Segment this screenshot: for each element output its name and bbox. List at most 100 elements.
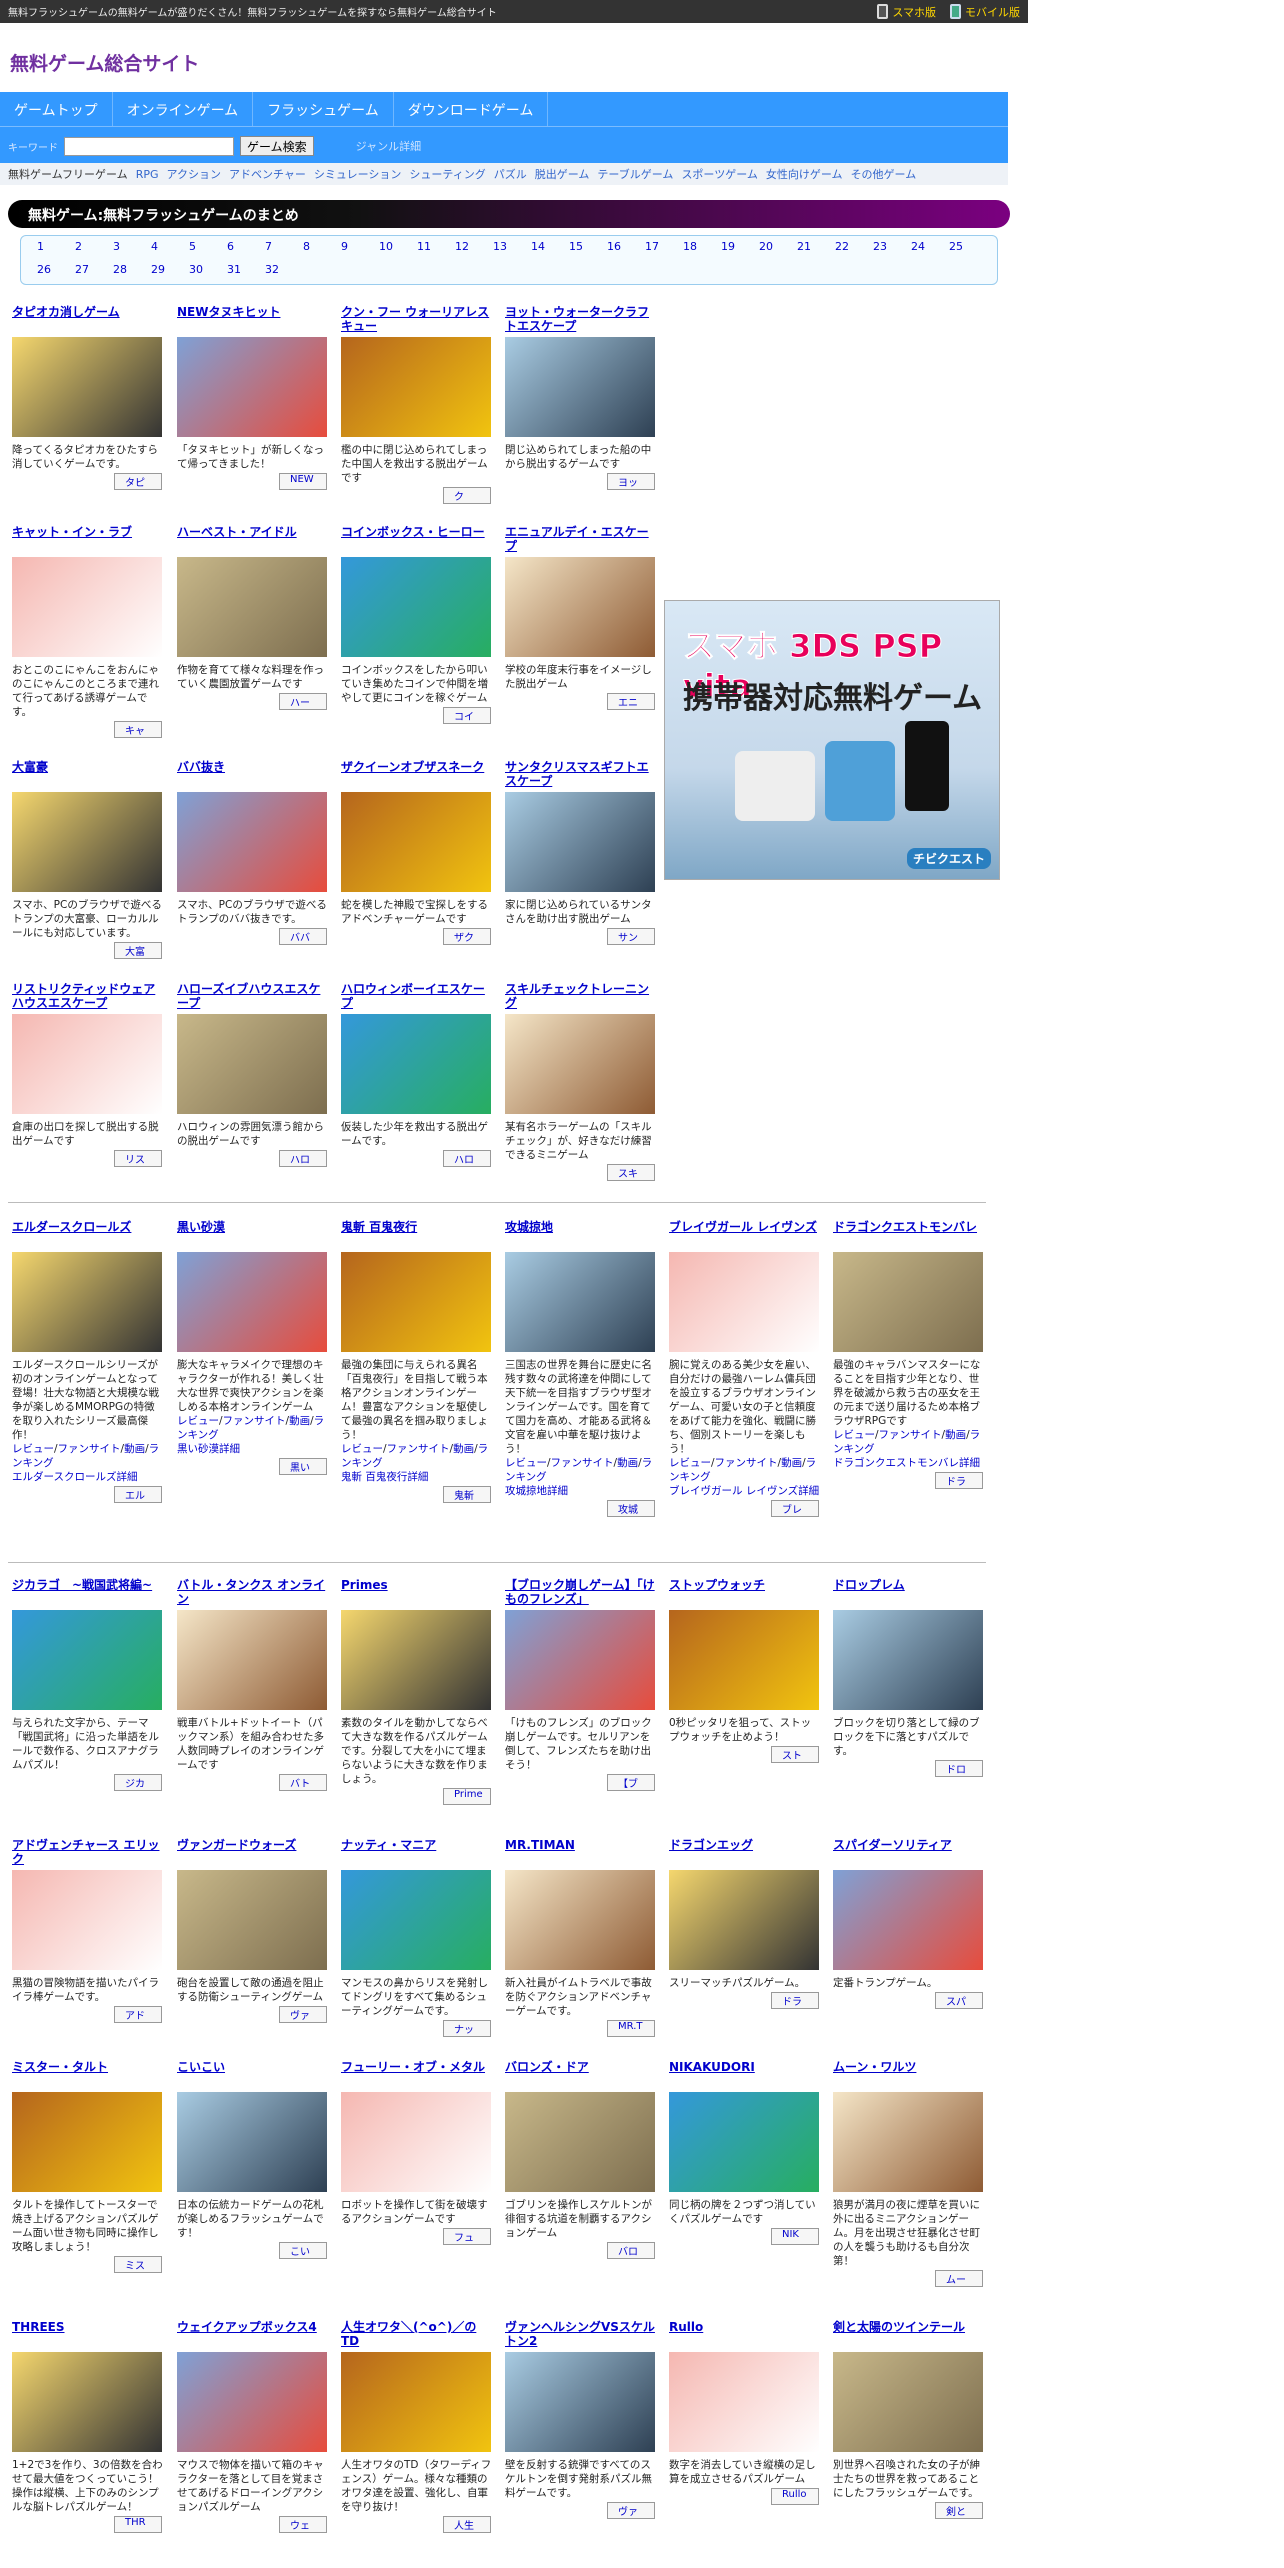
play-button[interactable]: バト <box>279 1774 327 1791</box>
page-link[interactable]: 19 <box>715 240 753 257</box>
game-thumbnail[interactable] <box>12 1014 162 1114</box>
game-title-link[interactable]: こいこい <box>177 2060 329 2090</box>
game-title-link[interactable]: ヴァンヘルシングVSスケルトン2 <box>505 2320 657 2350</box>
play-button[interactable]: タピ <box>114 473 162 490</box>
game-thumbnail[interactable] <box>177 1870 327 1970</box>
play-button[interactable]: 黒い <box>279 1458 327 1475</box>
game-thumbnail[interactable] <box>12 2352 162 2452</box>
category-other[interactable]: その他ゲーム <box>851 166 917 182</box>
game-title-link[interactable]: ヨット・ウォータークラフトエスケープ <box>505 305 657 335</box>
page-link[interactable]: 13 <box>487 240 525 257</box>
game-thumbnail[interactable] <box>833 1252 983 1352</box>
review-link[interactable]: レビュー <box>341 1443 383 1455</box>
play-button[interactable]: ハロ <box>279 1150 327 1167</box>
page-link[interactable]: 31 <box>221 263 259 280</box>
play-button[interactable]: スト <box>771 1746 819 1763</box>
game-thumbnail[interactable] <box>669 2092 819 2192</box>
game-thumbnail[interactable] <box>505 1014 655 1114</box>
game-title-link[interactable]: エニュアルデイ・エスケープ <box>505 525 657 555</box>
fansite-link[interactable]: ファンサイト <box>551 1457 614 1469</box>
game-title-link[interactable]: ストップウォッチ <box>669 1578 821 1608</box>
play-button[interactable]: サン <box>607 928 655 945</box>
play-button[interactable]: THR <box>114 2516 162 2533</box>
game-title-link[interactable]: Primes <box>341 1578 493 1608</box>
game-title-link[interactable]: ザクイーンオブザスネーク <box>341 760 493 790</box>
page-link[interactable]: 7 <box>259 240 297 257</box>
video-link[interactable]: 動画 <box>124 1443 145 1455</box>
category-puzzle[interactable]: パズル <box>494 166 527 182</box>
game-thumbnail[interactable] <box>177 1252 327 1352</box>
game-thumbnail[interactable] <box>669 2352 819 2452</box>
game-thumbnail[interactable] <box>341 337 491 437</box>
play-button[interactable]: ババ <box>279 928 327 945</box>
game-title-link[interactable]: 【ブロック崩しゲーム】「けものフレンズ」 <box>505 1578 657 1608</box>
game-thumbnail[interactable] <box>341 1870 491 1970</box>
game-title-link[interactable]: ヴァンガードウォーズ <box>177 1838 329 1868</box>
nav-flash-game[interactable]: フラッシュゲーム <box>253 92 394 126</box>
page-link[interactable]: 1 <box>31 240 69 257</box>
mobile-link[interactable]: モバイル版 <box>950 4 1020 20</box>
game-thumbnail[interactable] <box>669 1252 819 1352</box>
page-link[interactable]: 2 <box>69 240 107 257</box>
video-link[interactable]: 動画 <box>617 1457 638 1469</box>
page-link[interactable]: 28 <box>107 263 145 280</box>
play-button[interactable]: リス <box>114 1150 162 1167</box>
play-button[interactable]: バロ <box>607 2242 655 2259</box>
game-title-link[interactable]: NEWタヌキヒット <box>177 305 329 335</box>
game-thumbnail[interactable] <box>12 337 162 437</box>
game-thumbnail[interactable] <box>12 2092 162 2192</box>
play-button[interactable]: アド <box>114 2006 162 2023</box>
play-button[interactable]: ヴァ <box>607 2502 655 2519</box>
game-thumbnail[interactable] <box>341 557 491 657</box>
play-button[interactable]: MR.T <box>607 2020 655 2037</box>
play-button[interactable]: ミス <box>114 2256 162 2273</box>
page-link[interactable]: 20 <box>753 240 791 257</box>
game-thumbnail[interactable] <box>833 1870 983 1970</box>
game-thumbnail[interactable] <box>505 2092 655 2192</box>
play-button[interactable]: こい <box>279 2242 327 2259</box>
game-title-link[interactable]: ハーベスト・アイドル <box>177 525 329 555</box>
page-link[interactable]: 11 <box>411 240 449 257</box>
nav-game-top[interactable]: ゲームトップ <box>0 92 113 126</box>
game-title-link[interactable]: NIKAKUDORI <box>669 2060 821 2090</box>
play-button[interactable]: ムー <box>935 2270 983 2287</box>
site-logo[interactable]: 無料ゲーム総合サイト <box>10 49 199 76</box>
game-title-link[interactable]: ドロップレム <box>833 1578 985 1608</box>
game-title-link[interactable]: タピオカ消しゲーム <box>12 305 164 335</box>
play-button[interactable]: NIK <box>771 2228 819 2245</box>
video-link[interactable]: 動画 <box>781 1457 802 1469</box>
game-title-link[interactable]: MR.TIMAN <box>505 1838 657 1868</box>
game-title-link[interactable]: コインボックス・ヒーロー <box>341 525 493 555</box>
page-link[interactable]: 30 <box>183 263 221 280</box>
fansite-link[interactable]: ファンサイト <box>223 1415 286 1427</box>
genre-detail-link[interactable]: ジャンル詳細 <box>356 138 421 154</box>
page-link[interactable]: 17 <box>639 240 677 257</box>
category-table[interactable]: テーブルゲーム <box>597 166 673 182</box>
game-title-link[interactable]: 剣と太陽のツインテール <box>833 2320 985 2350</box>
play-button[interactable]: 人生 <box>443 2516 491 2533</box>
page-link[interactable]: 9 <box>335 240 373 257</box>
review-link[interactable]: レビュー <box>12 1443 54 1455</box>
page-link[interactable]: 6 <box>221 240 259 257</box>
detail-link[interactable]: ブレイヴガール レイヴンズ詳細 <box>669 1485 819 1497</box>
game-thumbnail[interactable] <box>505 1252 655 1352</box>
page-link[interactable]: 3 <box>107 240 145 257</box>
detail-link[interactable]: ドラゴンクエストモンバレ詳細 <box>833 1457 980 1469</box>
page-link[interactable]: 18 <box>677 240 715 257</box>
game-title-link[interactable]: アドヴェンチャース エリック <box>12 1838 164 1868</box>
game-thumbnail[interactable] <box>669 1870 819 1970</box>
game-title-link[interactable]: ムーン・ワルツ <box>833 2060 985 2090</box>
page-link[interactable]: 26 <box>31 263 69 280</box>
game-title-link[interactable]: フューリー・オブ・メタル <box>341 2060 493 2090</box>
fansite-link[interactable]: ファンサイト <box>58 1443 121 1455</box>
game-thumbnail[interactable] <box>341 2352 491 2452</box>
game-thumbnail[interactable] <box>12 1610 162 1710</box>
game-thumbnail[interactable] <box>177 792 327 892</box>
nav-online-game[interactable]: オンラインゲーム <box>113 92 254 126</box>
game-thumbnail[interactable] <box>505 1870 655 1970</box>
review-link[interactable]: レビュー <box>669 1457 711 1469</box>
game-thumbnail[interactable] <box>669 1610 819 1710</box>
search-input[interactable] <box>64 136 234 156</box>
fansite-link[interactable]: ファンサイト <box>387 1443 450 1455</box>
game-thumbnail[interactable] <box>341 1014 491 1114</box>
